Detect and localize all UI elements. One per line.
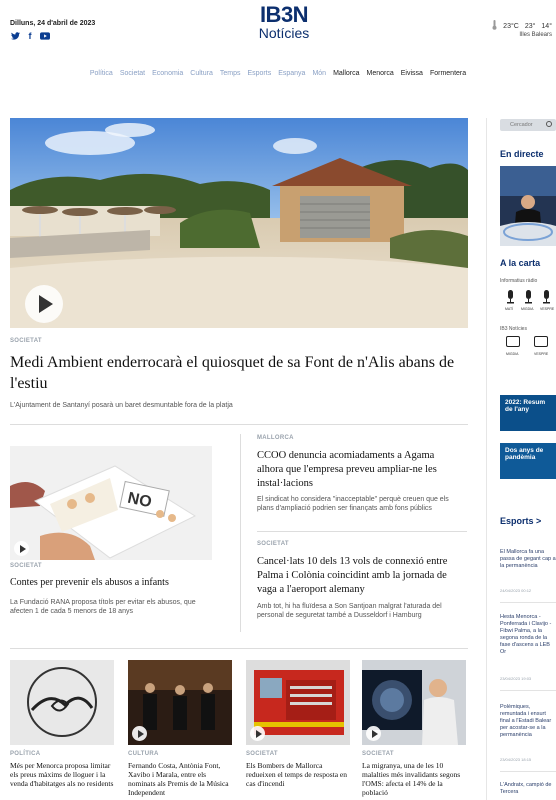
carta-heading[interactable]: A la carta <box>500 258 540 268</box>
tv-icon[interactable] <box>506 336 520 347</box>
search-placeholder: Cercador <box>510 122 533 128</box>
bottom-play-button-4[interactable] <box>366 726 381 741</box>
search-input[interactable]: Cercador <box>500 119 556 131</box>
weather-min: 23° <box>524 22 536 30</box>
divider <box>500 771 556 772</box>
contes-play-button[interactable] <box>14 541 29 556</box>
weather-max: 14° <box>541 22 552 30</box>
nav-item-eivissa[interactable]: Eivissa <box>401 70 423 77</box>
search-icon[interactable] <box>546 121 552 127</box>
sidebar-news-time-1: 24/04/2023 00:12 <box>500 588 532 593</box>
logo-sub: Notícies <box>258 25 310 41</box>
radio-item-vespre[interactable]: VESPRE <box>540 307 554 311</box>
nav-item-mallorca[interactable]: Mallorca <box>333 70 359 77</box>
nav-item-formentera[interactable]: Formentera <box>430 70 466 77</box>
banner-pandemia[interactable]: Dos anys de pandèmia <box>500 443 556 479</box>
microphone-icon[interactable] <box>506 290 515 304</box>
live-stream-thumbnail[interactable] <box>500 166 556 246</box>
main-article-subtitle: L'Ajuntament de Santanyí posarà un baret… <box>10 402 233 409</box>
banner-resum-2022[interactable]: 2022: Resum de l'any <box>500 395 556 431</box>
sports-heading[interactable]: Esports > <box>500 516 541 526</box>
nav-item-espanya[interactable]: Espanya <box>278 70 305 77</box>
nav-item-societat[interactable]: Societat <box>120 70 145 77</box>
nav-item-esports[interactable]: Esports <box>247 70 271 77</box>
weather-widget: 23°C 23° 14° <box>492 20 552 32</box>
divider <box>257 531 467 532</box>
divider <box>500 602 556 603</box>
bottom-article-image-1[interactable] <box>10 660 114 745</box>
vols-article-title[interactable]: Cancel·lats 10 dels 13 vols de connexió … <box>257 555 462 597</box>
bottom-article-image-3[interactable] <box>246 660 350 745</box>
bottom-article-category-1[interactable]: POLÍTICA <box>10 751 40 757</box>
play-video-button[interactable] <box>25 285 63 323</box>
thermometer-icon <box>492 20 497 32</box>
nav-item-temps[interactable]: Temps <box>220 70 241 77</box>
twitter-icon[interactable] <box>10 31 20 41</box>
contes-article-image[interactable]: NO <box>10 446 212 560</box>
sidebar-news-time-3: 23/04/2023 18:15 <box>500 757 532 762</box>
sidebar-divider <box>486 118 487 800</box>
tv-item-vespre[interactable]: VESPRE <box>534 352 548 356</box>
nav-item-economia[interactable]: Economia <box>152 70 183 77</box>
divider <box>500 690 556 691</box>
bottom-play-button-3[interactable] <box>250 726 265 741</box>
tv-item-migdia[interactable]: MIGDIA <box>506 352 518 356</box>
contes-article-subtitle: La Fundació RANA proposa títols per evit… <box>10 599 196 615</box>
radio-item-mati[interactable]: MATÍ <box>505 307 513 311</box>
divider <box>10 424 468 425</box>
weather-temp: 23°C <box>503 22 519 30</box>
social-links: f <box>10 31 50 41</box>
vols-article-subtitle: Amb tot, hi ha fluïdesa a Son Santjoan m… <box>257 603 442 619</box>
main-nav: Política Societat Economia Cultura Temps… <box>0 70 556 77</box>
bottom-article-category-3[interactable]: SOCIETAT <box>246 751 278 757</box>
bottom-article-title-3[interactable]: Els Bombers de Mallorca redueixen el tem… <box>246 761 350 788</box>
logo[interactable]: IB3N Notícies <box>246 2 322 40</box>
ccoo-article-category[interactable]: MALLORCA <box>257 435 294 441</box>
youtube-icon[interactable] <box>40 31 50 41</box>
bottom-article-image-4[interactable] <box>362 660 466 745</box>
bottom-play-button-2[interactable] <box>132 726 147 741</box>
sidebar-news-title-2[interactable]: Hesta Menorca - Ponferrada i Clavijo - F… <box>500 614 556 656</box>
nav-item-menorca[interactable]: Menorca <box>367 70 394 77</box>
tv-icon[interactable] <box>534 336 548 347</box>
main-article-image[interactable] <box>10 118 468 328</box>
sidebar-news-time-2: 23/04/2023 19:03 <box>500 676 532 681</box>
sidebar-news-title-4[interactable]: L'Andratx, campió de Tercera <box>500 782 556 796</box>
main-article-category[interactable]: SOCIETAT <box>10 338 42 344</box>
bottom-article-image-2[interactable] <box>128 660 232 745</box>
tv-label: IB3 Notícies <box>500 326 527 332</box>
sidebar-news-title-3[interactable]: Polèmiques, remuntada i ensurt final a l… <box>500 704 556 739</box>
bottom-article-title-1[interactable]: Més per Menorca proposa limitar els preu… <box>10 761 114 788</box>
vols-article-category[interactable]: SOCIETAT <box>257 541 289 547</box>
nav-item-cultura[interactable]: Cultura <box>190 70 213 77</box>
sidebar-news-title-1[interactable]: El Mallorca fa una passa de gegant cap a… <box>500 549 556 570</box>
microphone-icon[interactable] <box>524 290 533 304</box>
divider <box>10 648 468 649</box>
ccoo-article-title[interactable]: CCOO denuncia acomiadaments a Agama alho… <box>257 449 462 491</box>
nav-item-politica[interactable]: Política <box>90 70 113 77</box>
ccoo-article-subtitle: El sindicat ho considera "inacceptable" … <box>257 496 449 512</box>
contes-article-title[interactable]: Contes per prevenir els abusos a infants <box>10 577 220 588</box>
header-date: Dilluns, 24 d'abril de 2023 <box>10 20 96 27</box>
bottom-article-title-2[interactable]: Fernando Costa, Antònia Font, Xavibo i M… <box>128 761 232 797</box>
bottom-article-category-4[interactable]: SOCIETAT <box>362 751 394 757</box>
live-heading[interactable]: En directe <box>500 149 544 159</box>
radio-label: Informatius ràdio <box>500 278 538 284</box>
contes-article-category[interactable]: SOCIETAT <box>10 563 42 569</box>
weather-region: Illes Balears <box>519 32 552 38</box>
facebook-icon[interactable]: f <box>25 31 35 41</box>
radio-item-migdia[interactable]: MIGDIA <box>521 307 533 311</box>
bottom-article-title-4[interactable]: La migranya, una de les 10 malalties més… <box>362 761 466 797</box>
column-divider <box>240 434 241 632</box>
microphone-icon[interactable] <box>542 290 551 304</box>
main-article-title[interactable]: Medi Ambient enderrocarà el quiosquet de… <box>10 352 468 394</box>
bottom-article-category-2[interactable]: CULTURA <box>128 751 159 757</box>
nav-item-mon[interactable]: Món <box>312 70 326 77</box>
